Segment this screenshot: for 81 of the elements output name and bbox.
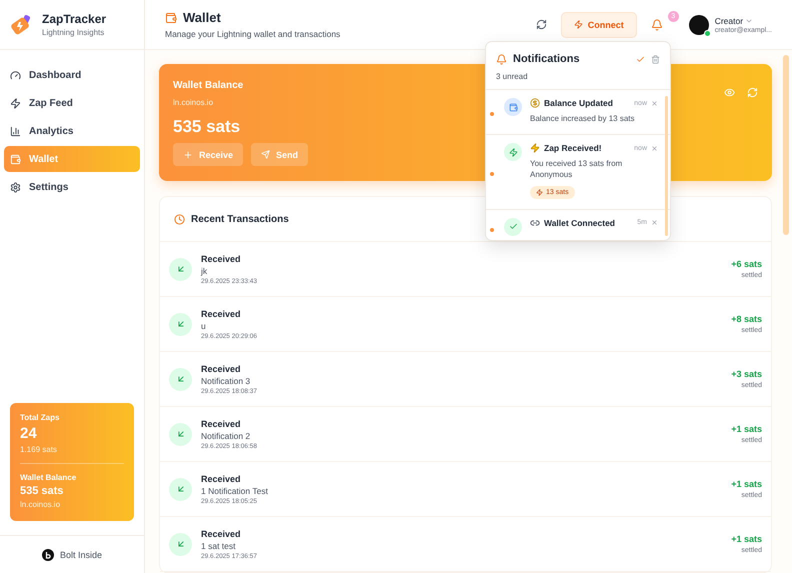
notification-title: Zap Received! [544,143,603,154]
scrollbar[interactable] [783,55,789,235]
lightning-icon [508,148,518,157]
eye-icon[interactable] [724,87,735,98]
notification-text: Balance increased by 13 sats [530,113,636,124]
transaction-amount: +6 sats [731,259,762,269]
close-icon[interactable] [651,144,658,152]
notification-title: Wallet Connected [544,218,616,228]
nav-item[interactable]: Zap Feed [4,90,140,116]
transaction-type: Received [201,308,242,318]
link-icon [530,218,540,228]
settings-icon [10,182,21,192]
bell-icon [496,54,507,64]
stat-label: Wallet Balance [20,473,78,482]
transaction-memo: jk [201,266,208,276]
bar-chart-icon [10,126,21,136]
arrow-down-left-icon [169,312,192,336]
transaction-amount: +1 sats [731,534,762,544]
trash-icon[interactable] [651,54,660,64]
transaction-memo: Notification 2 [201,430,252,440]
arrow-down-left-icon [169,258,192,280]
wallet-host: ln.coinos.io [20,500,62,509]
transaction-type: Received [201,418,242,428]
wallet-icon [10,154,21,164]
nav-item[interactable]: Analytics [4,118,140,144]
transaction-type: Received [201,364,242,374]
wallet-host: ln.coinos.io [173,98,214,107]
check-icon [508,222,518,232]
bolt-logo-icon [42,548,54,560]
scrollbar[interactable] [665,96,668,236]
close-icon[interactable] [651,100,658,106]
avatar[interactable] [688,14,709,34]
plus-icon [183,150,193,160]
coin-icon [530,98,540,108]
clock-icon [174,214,185,224]
transaction-type: Received [201,254,242,264]
transaction-amount: +3 sats [731,369,762,379]
stat-value: 24 [20,425,38,442]
refresh-icon [536,19,547,30]
transaction-amount: +1 sats [731,424,762,434]
arrow-down-left-icon [169,478,192,500]
arrow-down-left-icon [169,422,192,446]
gauge-icon [10,70,21,80]
mark-read-icon[interactable] [636,54,645,64]
send-icon [261,150,270,159]
wallet-balance: 535 sats [173,117,242,137]
app-tagline: Lightning Insights [42,28,106,37]
card-title: Recent Transactions [191,214,289,224]
stat-label: Total Zaps [20,413,60,422]
user-menu[interactable]: Creator [714,16,772,26]
card-title: Wallet Balance [173,80,244,91]
notification-text: You received 13 sats from Anonymous [530,158,624,181]
transaction-amount: +8 sats [731,314,762,324]
lightning-icon [530,143,540,154]
footer-text: Bolt Inside [60,550,102,560]
stat-value: 535 sats [20,485,64,497]
panel-title: Notifications [513,53,581,65]
page-title: Wallet [183,10,221,25]
transaction-type: Received [201,528,242,538]
transaction-memo: u [201,320,207,330]
transaction-memo: Notification 3 [201,376,252,386]
transaction-type: Received [201,474,242,484]
unread-count: 3 unread [496,72,529,81]
lightning-icon [574,20,583,29]
transaction-memo: 1 Notification Test [201,486,269,496]
nav-item[interactable]: Dashboard [4,62,140,88]
wallet-icon [508,102,518,112]
transaction-memo: 1 sat test [201,540,236,550]
arrow-down-left-icon [169,368,192,390]
notification-title: Balance Updated [544,98,614,108]
refresh-icon[interactable] [747,87,758,98]
transaction-amount: +1 sats [731,479,762,489]
lightning-icon [10,98,21,108]
arrow-down-left-icon [169,532,192,556]
page-subtitle: Manage your Lightning wallet and transactions [165,29,340,39]
nav-item[interactable]: Settings [4,174,140,200]
wallet-icon [165,12,177,24]
app-name: ZapTracker [42,12,106,26]
bell-icon [650,18,663,30]
close-icon[interactable] [651,219,658,226]
stat-sats: 1.169 sats [20,445,58,454]
